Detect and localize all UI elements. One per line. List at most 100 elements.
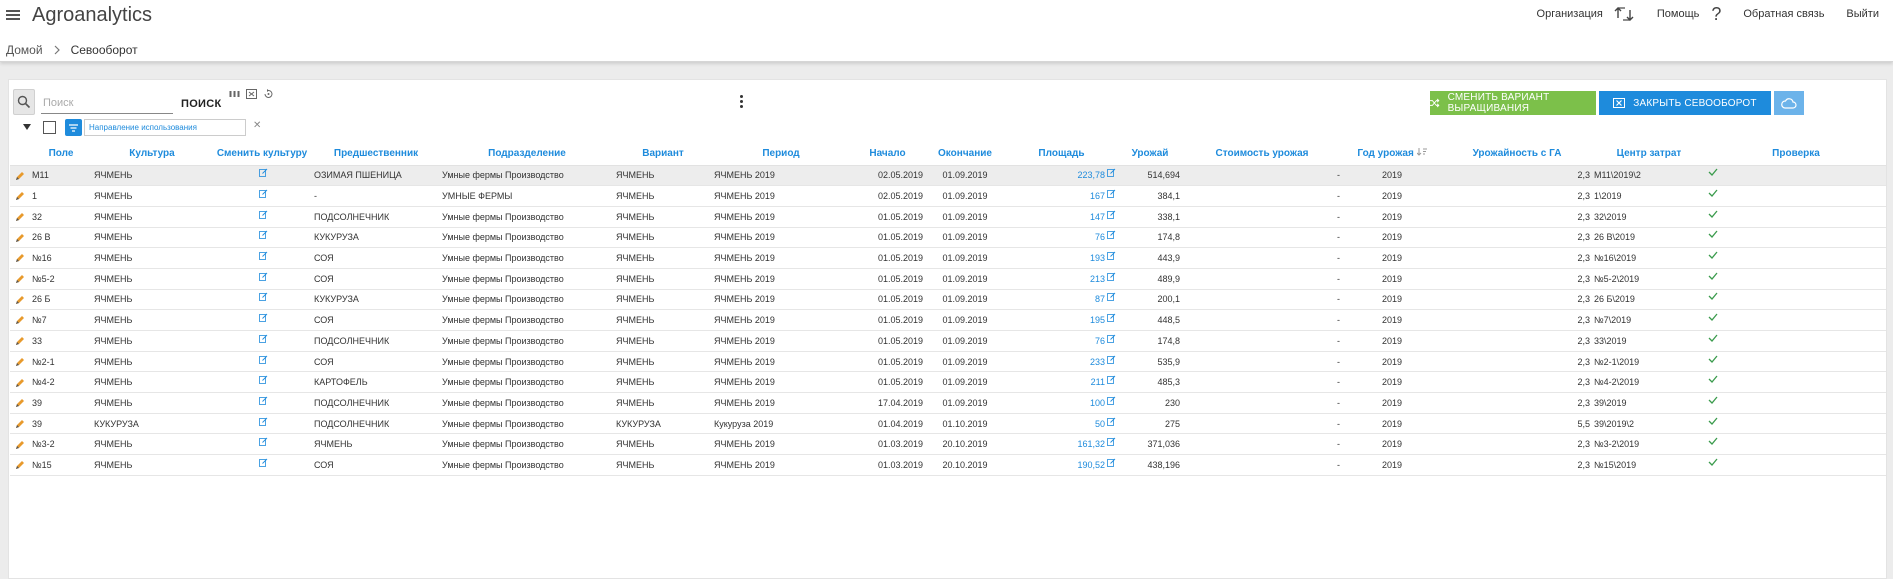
- edit-area-icon[interactable]: [1107, 251, 1116, 260]
- change-crop-icon[interactable]: [258, 313, 268, 323]
- area-value[interactable]: 147: [1090, 212, 1105, 222]
- refresh-settings-icon[interactable]: [263, 89, 274, 99]
- change-crop-cell[interactable]: [212, 185, 312, 207]
- area-value[interactable]: 213: [1090, 274, 1105, 284]
- header-field[interactable]: Поле: [30, 143, 92, 166]
- edit-area-icon[interactable]: [1107, 313, 1116, 323]
- header-variant[interactable]: Вариант: [614, 143, 712, 166]
- edit-area-icon[interactable]: [1107, 334, 1116, 343]
- row-edit-cell[interactable]: [10, 206, 30, 228]
- row-edit-cell[interactable]: [10, 185, 30, 207]
- field-link[interactable]: №15: [30, 454, 92, 476]
- change-crop-cell[interactable]: [212, 227, 312, 249]
- row-edit-cell[interactable]: [10, 413, 30, 435]
- select-all-checkbox[interactable]: [43, 121, 56, 134]
- area-value[interactable]: 190,52: [1077, 460, 1105, 470]
- help-link[interactable]: Помощь ?: [1657, 4, 1722, 24]
- change-crop-icon[interactable]: [258, 272, 268, 281]
- area-cell[interactable]: 147: [1005, 206, 1118, 228]
- area-cell[interactable]: 100: [1005, 392, 1118, 414]
- field-link[interactable]: №3-2: [30, 433, 92, 456]
- area-cell[interactable]: 233: [1005, 351, 1118, 373]
- edit-area-icon[interactable]: [1107, 189, 1116, 198]
- organization-link[interactable]: Организация: [1537, 4, 1635, 24]
- edit-area-icon[interactable]: [1107, 292, 1116, 302]
- header-division[interactable]: Подразделение: [440, 143, 614, 166]
- change-crop-cell[interactable]: [212, 247, 312, 269]
- edit-area-icon[interactable]: [1107, 168, 1116, 178]
- row-edit-cell[interactable]: [10, 309, 30, 331]
- change-crop-cell[interactable]: [212, 206, 312, 228]
- header-harvest[interactable]: Урожай: [1118, 143, 1182, 166]
- table-row[interactable]: №5-2 ЯЧМЕНЬ СОЯ Умные фермы Производство ЯЧМ…: [10, 268, 1886, 290]
- hamburger-menu-icon[interactable]: [6, 8, 20, 22]
- table-row[interactable]: №2-1 ЯЧМЕНЬ СОЯ Умные фермы Производство ЯЧМ…: [10, 351, 1886, 373]
- change-crop-cell[interactable]: [212, 454, 312, 476]
- table-row[interactable]: 39 КУКУРУЗА ПОДСОЛНЕЧНИК Умные фермы Произв…: [10, 413, 1886, 435]
- edit-area-icon[interactable]: [1107, 375, 1116, 385]
- change-crop-icon[interactable]: [258, 292, 268, 302]
- header-area[interactable]: Площадь: [1005, 143, 1118, 166]
- field-link[interactable]: 26 В: [30, 227, 92, 249]
- search-submit-button[interactable]: ПОИСК: [181, 98, 222, 110]
- edit-area-icon[interactable]: [1107, 272, 1116, 281]
- header-harvest-year[interactable]: Год урожая: [1342, 143, 1442, 166]
- row-edit-cell[interactable]: [10, 227, 30, 249]
- table-row[interactable]: 1 ЯЧМЕНЬ - УМНЫЕ ФЕРМЫ ЯЧМЕНЬ ЯЧМЕНЬ 2019 02.0…: [10, 185, 1886, 207]
- logout-link[interactable]: Выйти: [1846, 8, 1879, 20]
- field-link[interactable]: 39: [30, 413, 92, 435]
- change-crop-cell[interactable]: [212, 392, 312, 414]
- row-edit-cell[interactable]: [10, 392, 30, 414]
- field-link[interactable]: №7: [30, 309, 92, 331]
- table-row[interactable]: 26 В ЯЧМЕНЬ КУКУРУЗА Умные фермы Производст…: [10, 227, 1886, 249]
- edit-area-icon[interactable]: [1107, 417, 1116, 426]
- variant-link[interactable]: ЯЧМЕНЬ: [614, 392, 712, 414]
- change-crop-icon[interactable]: [258, 417, 268, 426]
- header-yield-per-ha[interactable]: Урожайность с ГА: [1442, 143, 1592, 166]
- change-crop-icon[interactable]: [258, 396, 268, 405]
- variant-link[interactable]: ЯЧМЕНЬ: [614, 309, 712, 331]
- header-change-crop[interactable]: Сменить культуру: [212, 143, 312, 166]
- change-crop-icon[interactable]: [258, 375, 268, 385]
- edit-area-icon[interactable]: [1107, 210, 1116, 219]
- change-crop-icon[interactable]: [258, 251, 268, 260]
- area-cell[interactable]: 213: [1005, 268, 1118, 290]
- header-predecessor[interactable]: Предшественник: [312, 143, 440, 166]
- edit-area-icon[interactable]: [1107, 355, 1116, 364]
- change-crop-icon[interactable]: [258, 458, 268, 467]
- area-cell[interactable]: 211: [1005, 371, 1118, 394]
- area-value[interactable]: 167: [1090, 191, 1105, 201]
- variant-link[interactable]: ЯЧМЕНЬ: [614, 289, 712, 311]
- change-crop-icon[interactable]: [258, 355, 268, 364]
- area-cell[interactable]: 50: [1005, 413, 1118, 435]
- area-value[interactable]: 211: [1091, 377, 1105, 387]
- edit-area-icon[interactable]: [1107, 437, 1116, 447]
- edit-area-icon[interactable]: [1107, 396, 1116, 405]
- field-link[interactable]: 32: [30, 206, 92, 228]
- area-value[interactable]: 161,32: [1077, 439, 1105, 449]
- variant-link[interactable]: ЯЧМЕНЬ: [614, 351, 712, 373]
- area-value[interactable]: 195: [1090, 315, 1105, 325]
- area-cell[interactable]: 161,32: [1005, 433, 1118, 456]
- row-edit-cell[interactable]: [10, 330, 30, 352]
- area-value[interactable]: 233: [1090, 357, 1105, 367]
- area-cell[interactable]: 76: [1005, 227, 1118, 249]
- header-harvest-cost[interactable]: Стоимость урожая: [1182, 143, 1342, 166]
- change-crop-cell[interactable]: [212, 351, 312, 373]
- area-cell[interactable]: 76: [1005, 330, 1118, 352]
- export-excel-icon[interactable]: [246, 89, 257, 99]
- field-link[interactable]: №4-2: [30, 371, 92, 394]
- variant-link[interactable]: ЯЧМЕНЬ: [614, 227, 712, 249]
- usage-direction-filter[interactable]: Направление использования: [84, 119, 246, 136]
- table-row[interactable]: №15 ЯЧМЕНЬ СОЯ Умные фермы Производство ЯЧМЕ…: [10, 454, 1886, 476]
- field-link[interactable]: M11: [30, 165, 92, 187]
- change-crop-icon[interactable]: [258, 189, 268, 198]
- variant-link[interactable]: ЯЧМЕНЬ: [614, 330, 712, 352]
- header-start[interactable]: Начало: [850, 143, 925, 166]
- variant-link[interactable]: ЯЧМЕНЬ: [614, 206, 712, 228]
- row-edit-cell[interactable]: [10, 165, 30, 187]
- change-crop-icon[interactable]: [258, 437, 268, 447]
- area-cell[interactable]: 195: [1005, 309, 1118, 331]
- row-edit-cell[interactable]: [10, 268, 30, 290]
- change-crop-cell[interactable]: [212, 165, 312, 187]
